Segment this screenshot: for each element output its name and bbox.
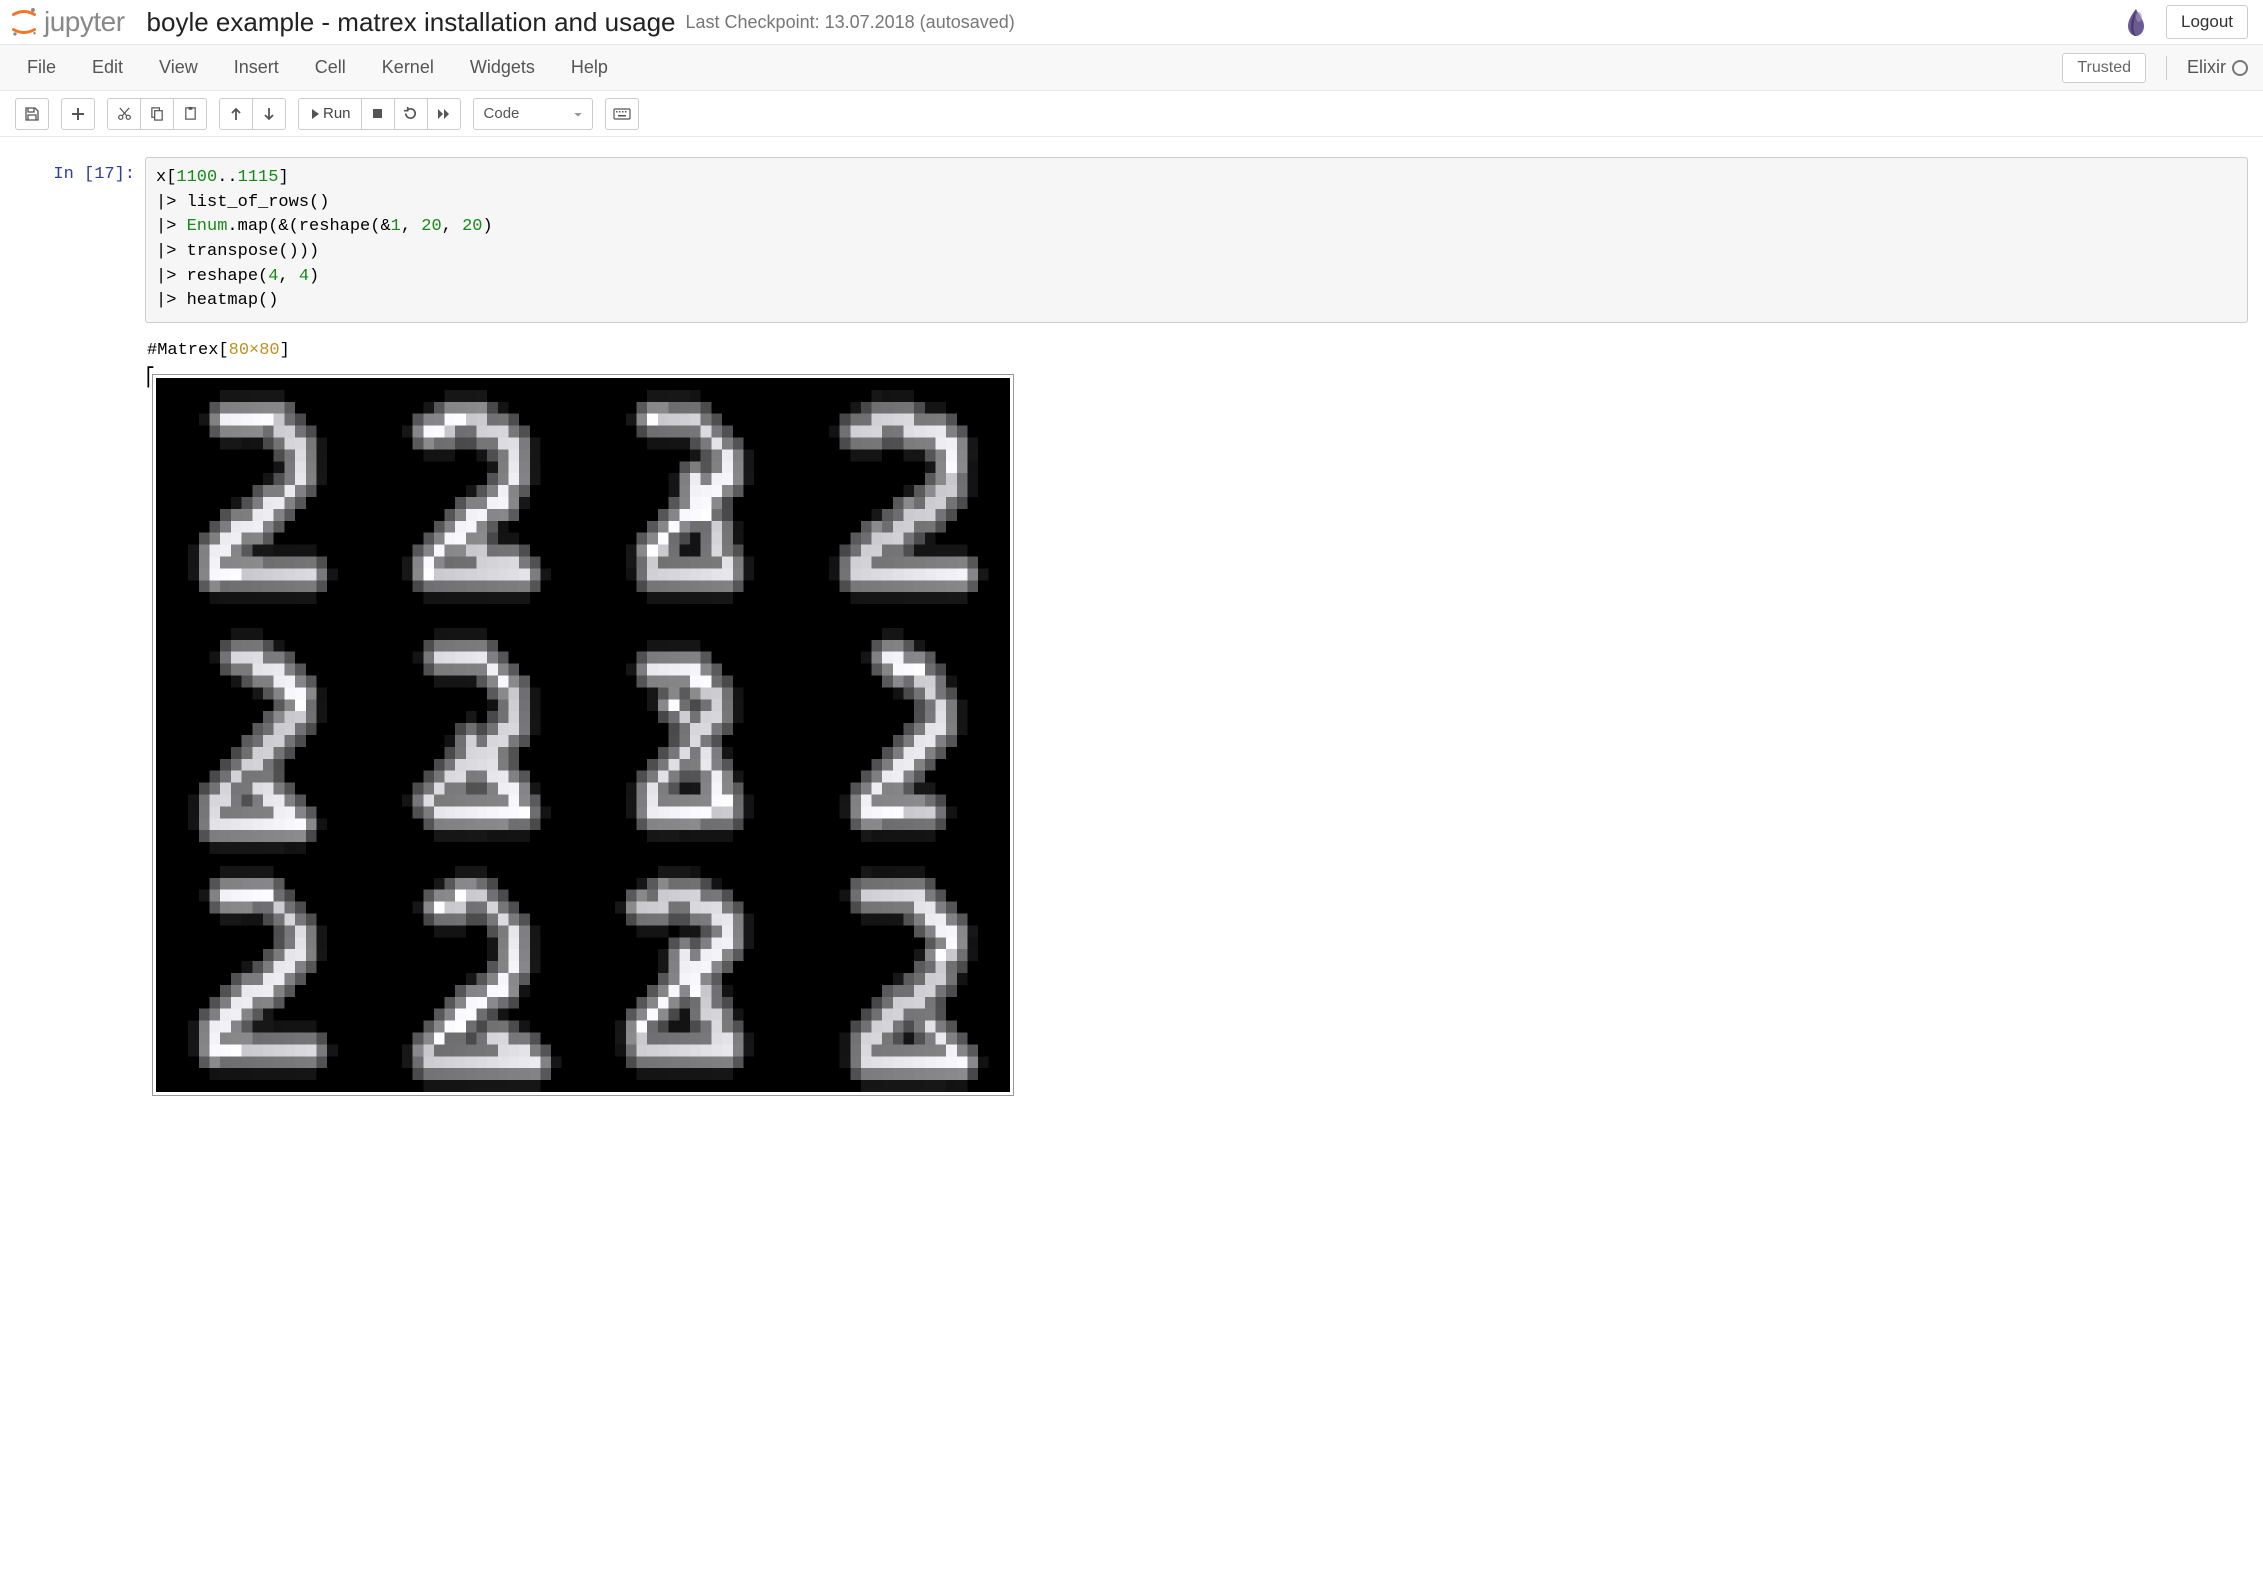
menu-kernel[interactable]: Kernel: [364, 47, 452, 88]
input-prompt: In [17]:: [15, 157, 145, 323]
save-button[interactable]: [15, 98, 49, 130]
run-button[interactable]: Run: [298, 98, 362, 130]
save-icon: [24, 106, 40, 122]
interrupt-button[interactable]: [361, 98, 395, 130]
kernel-name-text: Elixir: [2187, 57, 2226, 78]
output-prompt: [15, 331, 145, 1109]
heatmap-frame: ⎡: [147, 369, 2246, 1101]
digit-cell: [583, 854, 797, 1092]
header: jupyter boyle example - matrex installat…: [0, 0, 2263, 45]
notebook-container: In [17]: x[1100..1115] |> list_of_rows()…: [0, 137, 2263, 1129]
cell-type-select[interactable]: Code: [473, 98, 593, 130]
move-up-button[interactable]: [219, 98, 253, 130]
checkpoint-text: Last Checkpoint: 13.07.2018 (autosaved): [686, 12, 1015, 33]
plus-icon: [71, 107, 85, 121]
add-cell-button[interactable]: [61, 98, 95, 130]
restart-button[interactable]: [394, 98, 428, 130]
code-input[interactable]: x[1100..1115] |> list_of_rows() |> Enum.…: [145, 157, 2248, 323]
run-label: Run: [323, 105, 351, 122]
output-area: #Matrex[80×80] ⎡: [145, 331, 2248, 1109]
restart-run-all-button[interactable]: [427, 98, 461, 130]
menu-view[interactable]: View: [141, 47, 216, 88]
elixir-logo-icon: [2120, 6, 2152, 38]
digit-cell: [156, 616, 370, 854]
arrow-up-icon: [230, 107, 242, 121]
menu-edit[interactable]: Edit: [74, 47, 141, 88]
restart-icon: [403, 106, 418, 121]
paste-button[interactable]: [173, 98, 207, 130]
copy-icon: [150, 106, 165, 121]
menubar: File Edit View Insert Cell Kernel Widget…: [0, 45, 2263, 91]
menu-help[interactable]: Help: [553, 47, 626, 88]
jupyter-logo[interactable]: jupyter: [10, 6, 125, 38]
digit-cell: [797, 854, 1011, 1092]
stop-icon: [372, 108, 383, 119]
matrex-header: #Matrex[80×80]: [147, 339, 2246, 363]
arrow-down-icon: [263, 107, 275, 121]
command-palette-button[interactable]: [605, 98, 639, 130]
digit-cell: [156, 854, 370, 1092]
menu-widgets[interactable]: Widgets: [452, 47, 553, 88]
digit-cell: [156, 378, 370, 616]
keyboard-icon: [613, 108, 631, 120]
move-down-button[interactable]: [252, 98, 286, 130]
cut-button[interactable]: [107, 98, 141, 130]
logout-button[interactable]: Logout: [2166, 5, 2248, 39]
kernel-name: Elixir: [2187, 57, 2248, 78]
digit-cell: [370, 854, 584, 1092]
digit-cell: [797, 378, 1011, 616]
digit-cell: [797, 616, 1011, 854]
code-cell[interactable]: In [17]: x[1100..1115] |> list_of_rows()…: [15, 157, 2248, 323]
toolbar: Run Code: [0, 91, 2263, 137]
output-cell: #Matrex[80×80] ⎡: [15, 331, 2248, 1109]
menu-insert[interactable]: Insert: [216, 47, 297, 88]
digit-cell: [370, 616, 584, 854]
digit-cell: [370, 378, 584, 616]
jupyter-icon: [10, 7, 38, 37]
digit-cell: [583, 616, 797, 854]
divider: [2166, 56, 2167, 80]
kernel-idle-icon[interactable]: [2232, 60, 2248, 76]
menu-cell[interactable]: Cell: [297, 47, 364, 88]
jupyter-logo-text: jupyter: [44, 6, 125, 38]
copy-button[interactable]: [140, 98, 174, 130]
scissors-icon: [117, 106, 132, 121]
heatmap-grid: [153, 375, 1013, 1095]
trusted-button[interactable]: Trusted: [2062, 53, 2146, 83]
notebook-name[interactable]: boyle example - matrex installation and …: [147, 7, 676, 38]
run-step-icon: [309, 108, 319, 120]
digit-cell: [583, 378, 797, 616]
paste-icon: [183, 106, 198, 121]
fast-forward-icon: [437, 108, 451, 120]
menu-file[interactable]: File: [15, 47, 74, 88]
